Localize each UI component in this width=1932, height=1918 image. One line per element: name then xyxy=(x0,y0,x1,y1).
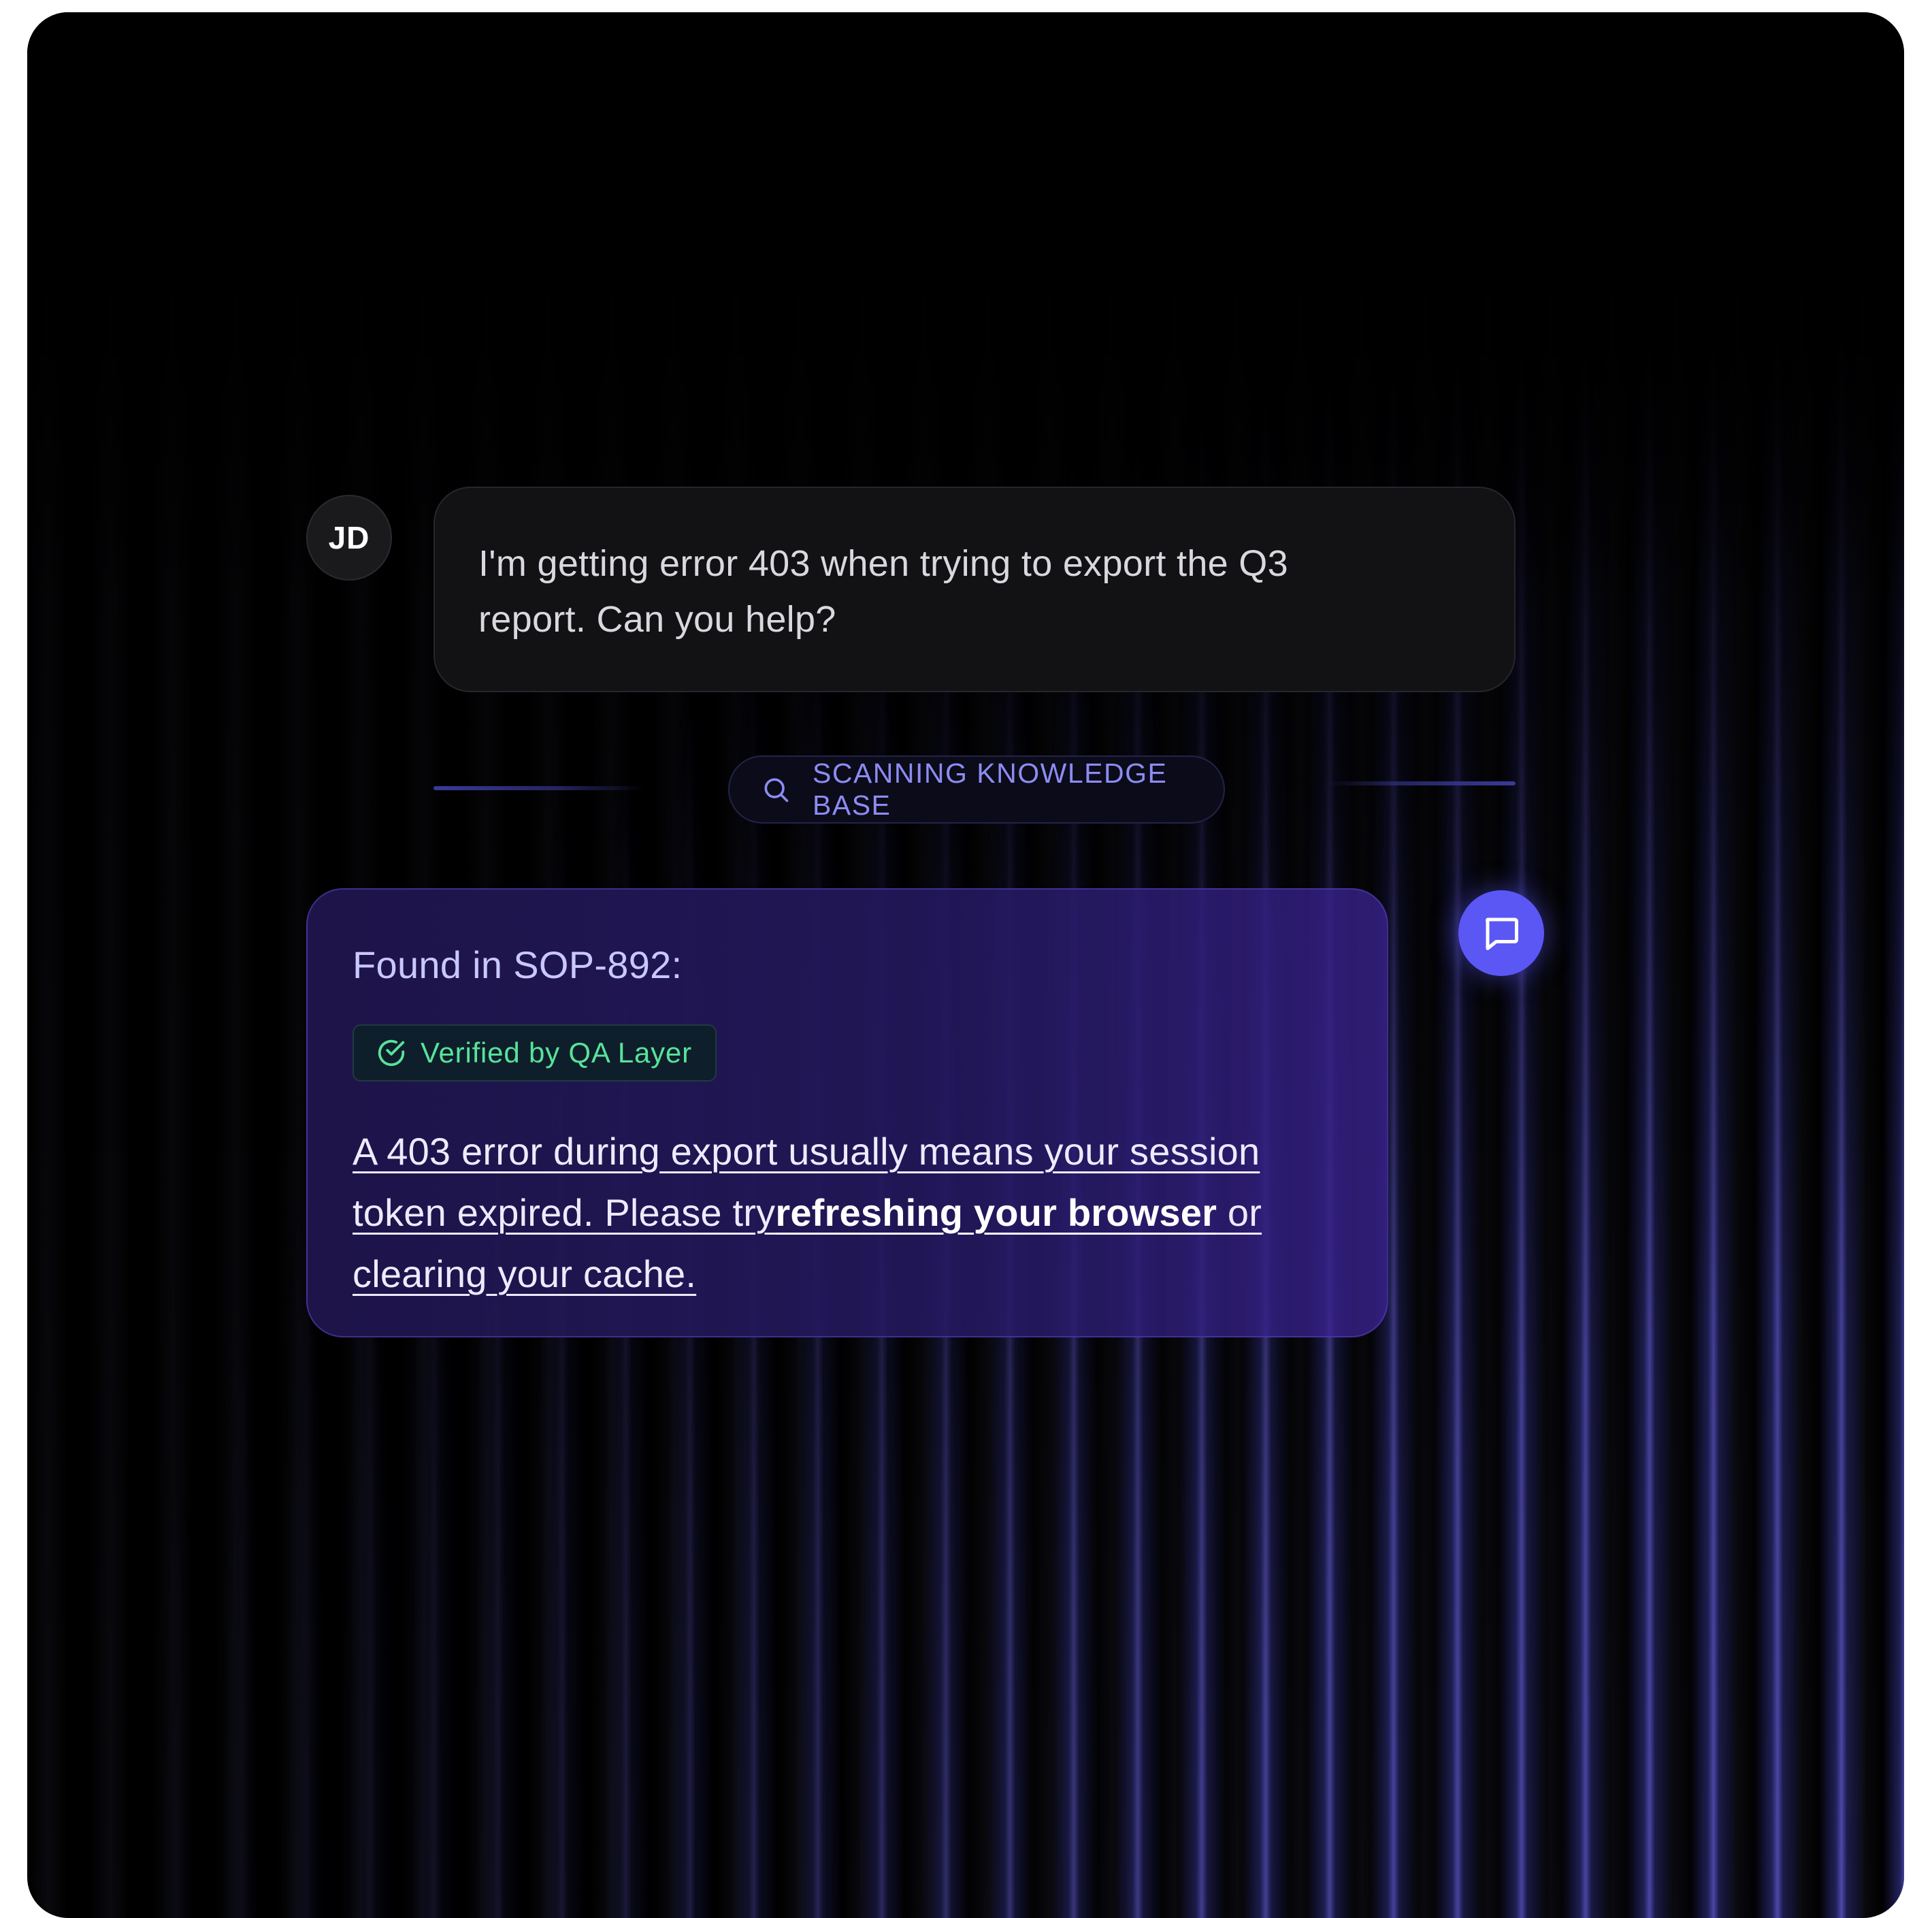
bot-avatar xyxy=(1458,890,1544,976)
user-avatar: JD xyxy=(306,495,392,581)
answer-text-part2: or xyxy=(1217,1191,1262,1234)
user-message-bubble: I'm getting error 403 when trying to exp… xyxy=(433,487,1516,692)
user-message-text: I'm getting error 403 when trying to exp… xyxy=(478,543,1288,640)
scanning-status-text: SCANNING KNOWLEDGE BASE xyxy=(813,758,1168,821)
bot-message-bubble: Found in SOP-892: Verified by QA Layer A… xyxy=(306,888,1388,1337)
status-divider-left xyxy=(433,786,644,790)
verified-badge-text: Verified by QA Layer xyxy=(421,1037,692,1069)
user-avatar-initials: JD xyxy=(328,520,370,555)
verified-badge: Verified by QA Layer xyxy=(353,1024,717,1082)
bot-message-title: Found in SOP-892: xyxy=(353,943,683,986)
status-divider-right xyxy=(1327,781,1516,785)
answer-link-clear-cache[interactable]: clearing your cache. xyxy=(353,1252,696,1295)
chat-bubble-icon xyxy=(1481,913,1522,954)
answer-link-refresh-browser[interactable]: refreshing your browser xyxy=(775,1191,1217,1234)
check-circle-icon xyxy=(376,1037,407,1069)
scanning-status-pill: SCANNING KNOWLEDGE BASE xyxy=(728,755,1225,824)
bot-answer-text: A 403 error during export usually means … xyxy=(353,1121,1339,1305)
search-icon xyxy=(761,775,791,804)
